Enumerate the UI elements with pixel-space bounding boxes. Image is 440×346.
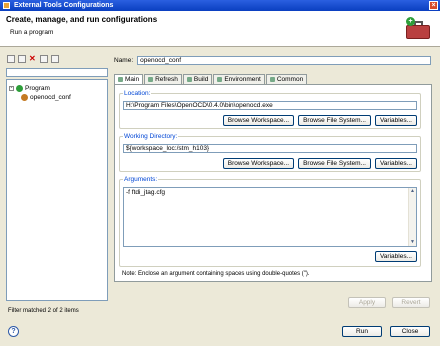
filter-menu-icon[interactable] xyxy=(51,55,59,63)
new-config-icon[interactable] xyxy=(7,55,15,63)
duplicate-config-icon[interactable] xyxy=(18,55,26,63)
location-label: Location: xyxy=(123,90,152,97)
working-directory-group: Working Directory: ${workspace_loc:/stm_… xyxy=(119,133,421,172)
working-directory-label: Working Directory: xyxy=(123,133,179,140)
tree-label: openocd_conf xyxy=(30,94,71,101)
location-browse-file-system-button[interactable]: Browse File System... xyxy=(298,115,371,126)
scroll-up-icon[interactable]: ▲ xyxy=(409,188,416,195)
filter-input[interactable] xyxy=(6,68,108,77)
config-icon xyxy=(21,94,28,101)
arguments-variables-button[interactable]: Variables... xyxy=(374,251,417,262)
config-tree: - Program openocd_conf xyxy=(6,79,108,301)
header-subtitle: Run a program xyxy=(10,29,54,36)
close-button[interactable]: Close xyxy=(390,326,430,337)
build-tab-icon xyxy=(186,77,192,82)
tab-main[interactable]: Main xyxy=(114,74,144,84)
refresh-tab-icon xyxy=(148,77,154,82)
program-icon xyxy=(16,85,23,92)
arguments-textarea[interactable]: -f ftdi_jtag.cfg ▲ ▼ xyxy=(123,187,417,247)
quote-note: Note: Enclose an argument containing spa… xyxy=(122,271,310,277)
workdir-browse-workspace-button[interactable]: Browse Workspace... xyxy=(222,158,295,169)
help-icon[interactable]: ? xyxy=(8,326,19,337)
location-field[interactable]: H:\Program Files\OpenOCD\0.4.0\bin\openo… xyxy=(123,101,417,110)
run-button[interactable]: Run xyxy=(342,326,382,337)
location-group: Location: H:\Program Files\OpenOCD\0.4.0… xyxy=(119,90,421,129)
working-directory-field[interactable]: ${workspace_loc:/stm_h103} xyxy=(123,144,417,153)
environment-tab-icon xyxy=(217,77,223,82)
tab-environment[interactable]: Environment xyxy=(213,74,265,84)
delete-config-icon[interactable]: ✕ xyxy=(29,55,37,63)
tree-label: Program xyxy=(25,85,50,92)
arguments-text: -f ftdi_jtag.cfg xyxy=(126,189,166,196)
tab-common[interactable]: Common xyxy=(265,74,308,84)
collapse-icon[interactable]: - xyxy=(9,86,14,91)
collapse-all-icon[interactable] xyxy=(40,55,48,63)
main-tab-icon xyxy=(118,77,123,82)
tab-bar: Main Refresh Build Environment Common xyxy=(114,74,308,84)
toolbox-icon: + xyxy=(406,17,432,41)
location-browse-workspace-button[interactable]: Browse Workspace... xyxy=(222,115,295,126)
config-toolbar: ✕ xyxy=(4,53,108,65)
name-label: Name: xyxy=(114,57,134,64)
window-title: External Tools Configurations xyxy=(14,2,114,9)
dialog-footer: ? Run Close xyxy=(0,319,440,346)
dialog-header: Create, manage, and run configurations R… xyxy=(0,11,440,47)
configurations-panel: ✕ - Program openocd_conf Filter matched … xyxy=(4,53,108,319)
config-editor: Name: openocd_conf Main Refresh Build En… xyxy=(112,53,434,319)
tab-refresh[interactable]: Refresh xyxy=(144,74,182,84)
arguments-scrollbar[interactable]: ▲ ▼ xyxy=(408,188,416,246)
header-title: Create, manage, and run configurations xyxy=(6,15,158,24)
apply-button[interactable]: Apply xyxy=(348,297,386,308)
scroll-down-icon[interactable]: ▼ xyxy=(409,239,416,246)
common-tab-icon xyxy=(269,77,275,82)
close-window-icon[interactable]: × xyxy=(429,1,438,10)
name-field[interactable]: openocd_conf xyxy=(137,56,432,65)
location-variables-button[interactable]: Variables... xyxy=(374,115,417,126)
workdir-browse-file-system-button[interactable]: Browse File System... xyxy=(298,158,371,169)
revert-button[interactable]: Revert xyxy=(392,297,430,308)
title-bar: External Tools Configurations × xyxy=(0,0,440,11)
tab-build[interactable]: Build xyxy=(182,74,213,84)
arguments-group: Arguments: -f ftdi_jtag.cfg ▲ ▼ Variable… xyxy=(119,176,421,267)
arguments-label: Arguments: xyxy=(123,176,159,183)
app-icon xyxy=(3,2,10,9)
workdir-variables-button[interactable]: Variables... xyxy=(374,158,417,169)
tree-node-program[interactable]: - Program xyxy=(9,84,105,93)
filter-status: Filter matched 2 of 2 items xyxy=(8,308,79,314)
tab-content-main: Location: H:\Program Files\OpenOCD\0.4.0… xyxy=(114,84,432,282)
tree-node-openocd-conf[interactable]: openocd_conf xyxy=(9,93,105,102)
